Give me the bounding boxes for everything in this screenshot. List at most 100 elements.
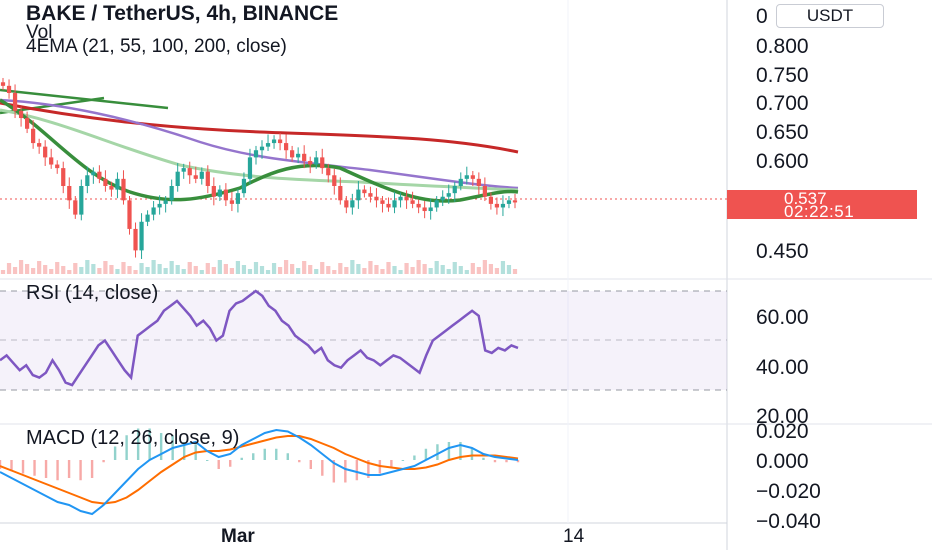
candle-body xyxy=(259,146,265,151)
candle-body xyxy=(500,203,506,208)
rsi-title[interactable]: RSI (14, close) xyxy=(26,282,158,305)
candle-body xyxy=(151,207,156,215)
volume-bar xyxy=(31,268,36,274)
candle-body xyxy=(253,150,259,158)
macd-histogram-bar xyxy=(0,460,2,469)
volume-bar xyxy=(43,265,48,274)
candle-body xyxy=(109,186,114,190)
macd-histogram-bar xyxy=(401,460,405,461)
candle-body xyxy=(43,146,48,158)
macd-histogram-bar xyxy=(309,460,312,469)
volume-bar xyxy=(386,262,391,274)
price-tick: 0.800 xyxy=(756,35,809,58)
volume-bar xyxy=(398,270,403,274)
macd-histogram-bar xyxy=(206,460,209,461)
trend-line-1[interactable] xyxy=(0,88,169,110)
volume-bar xyxy=(512,269,518,274)
candle-body xyxy=(452,186,457,194)
price-tick: 0.750 xyxy=(756,64,809,87)
candle-body xyxy=(416,203,421,208)
volume-bar xyxy=(0,270,6,274)
price-tick: 0.700 xyxy=(756,92,809,115)
volume-bar xyxy=(241,265,247,274)
candle-body xyxy=(0,82,6,86)
candle-body xyxy=(356,189,361,201)
volume-bar xyxy=(18,260,24,274)
volume-bar xyxy=(302,261,307,274)
volume-bar xyxy=(211,267,216,274)
volume-bar xyxy=(127,266,132,274)
volume-bar xyxy=(422,264,427,274)
candle-body xyxy=(332,175,337,186)
macd-histogram-bar xyxy=(355,460,359,481)
candle-body xyxy=(410,200,415,204)
candle-body xyxy=(205,171,210,186)
volume-bar xyxy=(277,267,283,274)
candle-body xyxy=(163,200,168,204)
candle-body xyxy=(229,200,235,204)
candle-body xyxy=(145,214,150,222)
ema-100-line xyxy=(0,98,519,190)
macd-histogram-bar xyxy=(447,442,451,460)
volume-bar xyxy=(326,266,331,274)
candle-body xyxy=(175,171,180,186)
volume-bar xyxy=(6,263,12,274)
candle-body xyxy=(488,196,494,204)
candle-body xyxy=(326,168,331,176)
volume-bar xyxy=(476,267,481,274)
volume-bar xyxy=(500,261,506,274)
volume-bar xyxy=(73,263,78,274)
volume-bar xyxy=(265,270,271,274)
volume-bar xyxy=(61,266,66,274)
candle-body xyxy=(49,157,54,165)
candle-body xyxy=(308,160,313,165)
volume-bar xyxy=(332,270,337,274)
volume-bar xyxy=(175,265,180,274)
candle-body xyxy=(12,93,18,111)
volume-bar xyxy=(163,268,168,274)
macd-histogram-bar xyxy=(470,448,474,460)
volume-bar xyxy=(416,260,421,274)
volume-bar xyxy=(410,267,415,274)
volume-bar xyxy=(380,269,385,274)
macd-histogram-bar xyxy=(436,444,439,460)
volume-bar xyxy=(428,268,433,274)
volume-bar xyxy=(205,263,210,274)
candle-body xyxy=(235,193,241,204)
volume-bar xyxy=(145,267,150,274)
macd-histogram-bar xyxy=(229,460,232,467)
candle-body xyxy=(320,157,325,169)
candle-body xyxy=(458,178,463,186)
candle-body xyxy=(265,143,271,147)
macd-histogram-bar xyxy=(344,460,347,483)
macd-histogram-bar xyxy=(21,460,25,474)
volume-bar xyxy=(290,264,295,274)
volume-bar xyxy=(67,270,72,274)
macd-histogram-bar xyxy=(390,460,393,467)
ema-legend[interactable]: 4EMA (21, 55, 100, 200, close) xyxy=(26,36,287,58)
volume-bar xyxy=(223,264,228,274)
time-label-14: 14 xyxy=(563,526,585,547)
time-label-mar: Mar xyxy=(221,526,255,547)
candle-body xyxy=(91,171,96,176)
volume-bar xyxy=(109,265,114,274)
macd-histogram-bar xyxy=(217,460,220,469)
macd-tick: −0.040 xyxy=(756,510,821,533)
macd-histogram-bar xyxy=(321,460,324,476)
candle-body xyxy=(446,193,451,197)
macd-title[interactable]: MACD (12, 26, close, 9) xyxy=(26,427,239,450)
macd-histogram-bar xyxy=(482,457,485,460)
price-tick-top: 0 xyxy=(756,5,768,28)
currency-button[interactable]: USDT xyxy=(776,4,884,28)
price-tick: 0.650 xyxy=(756,121,809,144)
candle-body xyxy=(18,110,24,119)
candle-body xyxy=(428,207,433,212)
candle-body xyxy=(404,196,409,201)
candle-body xyxy=(121,178,126,201)
candle-body xyxy=(464,175,469,179)
volume-bar xyxy=(434,261,439,274)
volume-bar xyxy=(271,263,277,274)
macd-histogram-bar xyxy=(413,455,416,460)
macd-histogram-bar xyxy=(275,448,278,460)
candle-body xyxy=(374,196,379,201)
